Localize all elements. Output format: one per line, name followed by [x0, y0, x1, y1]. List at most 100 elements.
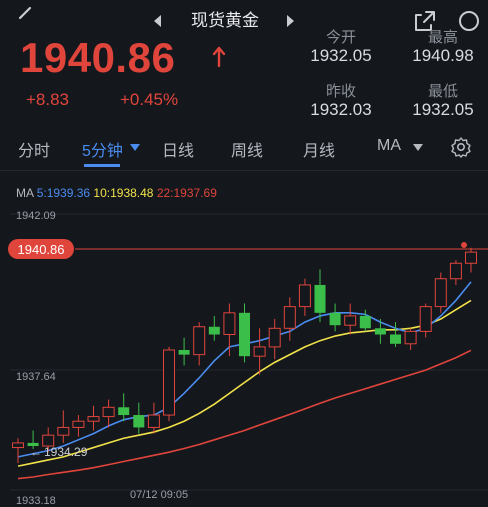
candle-body — [449, 262, 462, 280]
candle — [465, 247, 477, 273]
tab-weekly[interactable]: 周线 — [231, 137, 263, 161]
tab-daily[interactable]: 日线 — [162, 137, 194, 161]
candle — [87, 405, 100, 431]
candle-body — [314, 284, 326, 313]
candle-body — [419, 306, 432, 332]
y-axis-bottom-label: 1933.18 — [16, 495, 56, 507]
candle-body — [465, 251, 477, 264]
prev-triangle-icon[interactable] — [152, 14, 162, 28]
open-value: 1932.05 — [310, 46, 372, 65]
candle — [193, 322, 206, 366]
candle-body — [193, 326, 206, 356]
low-marker: ← 1934.29 — [30, 445, 88, 459]
current-price: 1940.86 — [20, 34, 176, 81]
ma10-value: 10:1938.48 — [93, 186, 154, 200]
y-axis-top-label: 1942.09 — [16, 210, 56, 222]
current-price-tag: 1940.86 — [8, 239, 74, 259]
page-title: 现货黄金 — [191, 11, 259, 30]
candle-body — [268, 327, 281, 348]
candle-body — [102, 406, 115, 418]
candle — [390, 322, 401, 347]
candle-body — [72, 420, 85, 428]
high-value: 1940.98 — [412, 46, 474, 65]
candle — [57, 410, 70, 443]
candle — [133, 402, 145, 434]
price-change: +8.83 — [26, 90, 70, 109]
time-axis-label: 07/12 09:05 — [130, 489, 188, 501]
candle — [359, 309, 371, 332]
candlestick-chart[interactable]: 1942.09 1937.64 1933.18 07/12 09:05 1940… — [0, 200, 488, 507]
candle-body — [208, 326, 220, 335]
candle — [374, 319, 386, 344]
candle — [404, 328, 417, 350]
high-label: 最高 — [427, 29, 458, 46]
candle — [298, 278, 311, 316]
candle-body — [239, 312, 250, 357]
candle — [178, 337, 190, 366]
candle-body — [390, 334, 401, 344]
candle-body — [344, 315, 357, 326]
tab-ma[interactable]: MA — [377, 137, 401, 155]
candle-body — [12, 442, 24, 449]
candle-body — [404, 330, 417, 345]
candle — [253, 328, 266, 375]
chevron-down-icon[interactable] — [130, 144, 140, 152]
current-price-tag-text: 1940.86 — [18, 242, 65, 257]
ma-legend: MA 5:1939.36 10:1938.48 22:1937.69 — [16, 186, 217, 200]
candle — [344, 303, 357, 335]
chevron-down-icon[interactable] — [413, 144, 423, 152]
ma-legend-prefix: MA — [16, 186, 34, 200]
arrow-up-icon — [212, 46, 226, 68]
candle — [12, 438, 24, 464]
candle-body — [57, 426, 70, 436]
ma5-value: 5:1939.36 — [36, 186, 91, 200]
candle-body — [253, 346, 266, 357]
candle-body — [87, 416, 100, 422]
tab-monthly[interactable]: 月线 — [303, 137, 335, 161]
candle-body — [163, 349, 175, 416]
active-tab-indicator — [84, 164, 120, 167]
candle — [434, 272, 447, 313]
prev-close-value: 1932.03 — [310, 100, 372, 119]
tab-intraday[interactable]: 分时 — [18, 137, 50, 161]
candle — [239, 303, 250, 363]
candle-body — [374, 328, 386, 335]
candle — [147, 402, 160, 434]
candle — [223, 303, 236, 357]
prev-close-label: 昨收 — [325, 83, 356, 100]
low-marker-arrow: ← — [30, 445, 42, 459]
candle — [283, 297, 296, 341]
candle-body — [298, 284, 311, 308]
ma22-value: 22:1937.69 — [156, 186, 217, 200]
last-price-dot — [461, 242, 467, 248]
low-label: 最低 — [427, 83, 458, 100]
candle-body — [118, 407, 130, 416]
open-label: 今开 — [325, 29, 356, 46]
period-tabs: 分时 5分钟 日线 周线 月线 MA — [0, 128, 488, 166]
candle — [329, 303, 341, 332]
candle — [102, 399, 115, 428]
candle-body — [147, 414, 160, 428]
candle-body — [178, 349, 190, 355]
candle — [118, 393, 130, 422]
low-value: 1932.05 — [412, 100, 474, 119]
price-change-percent: +0.45% — [120, 90, 179, 109]
candle-body — [133, 415, 145, 428]
settings-gear-icon[interactable] — [450, 136, 472, 158]
candle — [449, 260, 462, 285]
candle — [268, 319, 281, 360]
candle — [163, 346, 175, 422]
candle-body — [223, 312, 236, 335]
divider — [0, 170, 488, 171]
candle — [208, 315, 220, 341]
candle — [314, 269, 326, 323]
candle — [419, 303, 432, 338]
back-arrow-icon[interactable] — [14, 6, 38, 30]
candle-body — [434, 278, 447, 308]
y-axis-mid-label: 1937.64 — [16, 371, 56, 383]
low-marker-label: 1934.29 — [44, 445, 88, 459]
next-triangle-icon[interactable] — [286, 14, 296, 28]
candle-body — [283, 306, 296, 329]
candle-body — [359, 315, 371, 329]
tab-5min[interactable]: 5分钟 — [82, 137, 123, 161]
